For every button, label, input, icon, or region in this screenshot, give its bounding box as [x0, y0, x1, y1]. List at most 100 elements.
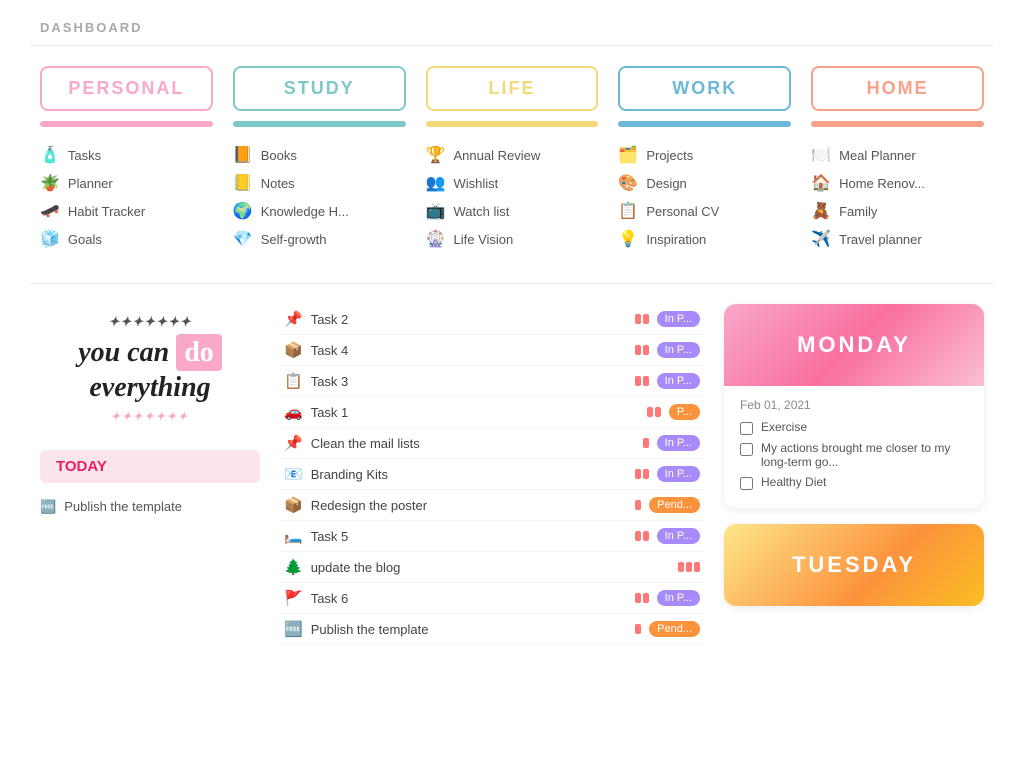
task-icon: 📌	[284, 310, 303, 328]
meal-planner-icon: 🍽️	[811, 145, 831, 165]
category-study: STUDY 📙Books 📒Notes 🌍Knowledge H... 💎Sel…	[233, 66, 406, 253]
table-row[interactable]: 🛏️ Task 5 In P...	[280, 521, 704, 552]
list-item[interactable]: 📒Notes	[233, 169, 406, 197]
list-item[interactable]: 🎨Design	[618, 169, 791, 197]
list-item[interactable]: 📺Watch list	[426, 197, 599, 225]
list-item[interactable]: 📙Books	[233, 141, 406, 169]
task-icon: 🚩	[284, 589, 303, 607]
category-bar-study	[233, 121, 406, 127]
table-row[interactable]: 📦 Redesign the poster Pend...	[280, 490, 704, 521]
monday-body: Feb 01, 2021 Exercise My actions brought…	[724, 386, 984, 508]
left-panel: ✦✦✦✦✦✦✦ you can do everything ✦✦✦✦✦✦✦ TO…	[40, 304, 260, 645]
list-item[interactable]: ✈️Travel planner	[811, 225, 984, 253]
category-label-personal[interactable]: PERSONAL	[40, 66, 213, 111]
motivation-text: ✦✦✦✦✦✦✦ you can do everything ✦✦✦✦✦✦✦	[50, 314, 250, 424]
table-row[interactable]: 🌲 update the blog	[280, 552, 704, 583]
task-name: Publish the template	[311, 622, 627, 637]
task-priority	[635, 469, 649, 479]
task-icon: 🛏️	[284, 527, 303, 545]
category-bar-life	[426, 121, 599, 127]
motivation-box: ✦✦✦✦✦✦✦ you can do everything ✦✦✦✦✦✦✦	[40, 304, 260, 434]
list-item[interactable]: 🪴Planner	[40, 169, 213, 197]
task-icon: 🚗	[284, 403, 303, 421]
category-label-home[interactable]: HOME	[811, 66, 984, 111]
list-item[interactable]: 🧊Goals	[40, 225, 213, 253]
today-label: TODAY	[40, 450, 260, 483]
list-item[interactable]: 🧸Family	[811, 197, 984, 225]
list-item[interactable]: 👥Wishlist	[426, 169, 599, 197]
monday-item-label-0: Exercise	[761, 420, 807, 434]
list-item[interactable]: 🌍Knowledge H...	[233, 197, 406, 225]
task-badge: Pend...	[649, 497, 700, 513]
list-item[interactable]: 🧴Tasks	[40, 141, 213, 169]
task-badge: In P...	[657, 342, 700, 358]
tuesday-card: TUESDAY	[724, 524, 984, 606]
table-row[interactable]: 📌 Clean the mail lists In P...	[280, 428, 704, 459]
task-priority	[635, 345, 649, 355]
task-icon: 🆓	[284, 620, 303, 638]
category-work: WORK 🗂️Projects 🎨Design 📋Personal CV 💡In…	[618, 66, 791, 253]
calendar-panel: MONDAY Feb 01, 2021 Exercise My actions …	[724, 304, 984, 645]
work-items: 🗂️Projects 🎨Design 📋Personal CV 💡Inspira…	[618, 141, 791, 253]
table-row[interactable]: 📋 Task 3 In P...	[280, 366, 704, 397]
category-bar-home	[811, 121, 984, 127]
inspiration-icon: 💡	[618, 229, 638, 249]
list-item[interactable]: 💡Inspiration	[618, 225, 791, 253]
bottom-section: ✦✦✦✦✦✦✦ you can do everything ✦✦✦✦✦✦✦ TO…	[0, 284, 1024, 665]
task-name: Task 6	[311, 591, 627, 606]
family-icon: 🧸	[811, 201, 831, 221]
monday-checkbox-0[interactable]	[740, 422, 753, 435]
task-priority	[635, 624, 641, 634]
list-item[interactable]: 🎡Life Vision	[426, 225, 599, 253]
monday-checkbox-2[interactable]	[740, 477, 753, 490]
notes-icon: 📒	[233, 173, 253, 193]
task-badge: In P...	[657, 373, 700, 389]
list-item[interactable]: 🏆Annual Review	[426, 141, 599, 169]
task-priority	[647, 407, 661, 417]
category-bar-personal	[40, 121, 213, 127]
task-icon: 📦	[284, 341, 303, 359]
task-priority	[635, 531, 649, 541]
knowledge-icon: 🌍	[233, 201, 253, 221]
table-row[interactable]: 📦 Task 4 In P...	[280, 335, 704, 366]
table-row[interactable]: 🚗 Task 1 P...	[280, 397, 704, 428]
list-item[interactable]: 🛹Habit Tracker	[40, 197, 213, 225]
dashboard-title: DASHBOARD	[0, 0, 1024, 45]
monday-checkbox-1[interactable]	[740, 443, 753, 456]
publish-template-icon: 🆓	[40, 499, 56, 515]
left-task-item[interactable]: 🆓 Publish the template	[40, 495, 260, 519]
task-badge: P...	[669, 404, 700, 420]
table-row[interactable]: 🚩 Task 6 In P...	[280, 583, 704, 614]
wishlist-icon: 👥	[426, 173, 446, 193]
monday-item-1[interactable]: My actions brought me closer to my long-…	[740, 441, 968, 469]
task-icon: 📌	[284, 434, 303, 452]
list-item[interactable]: 💎Self-growth	[233, 225, 406, 253]
task-icon: 📧	[284, 465, 303, 483]
personal-cv-icon: 📋	[618, 201, 638, 221]
monday-item-label-2: Healthy Diet	[761, 475, 826, 489]
habit-tracker-icon: 🛹	[40, 201, 60, 221]
travel-planner-icon: ✈️	[811, 229, 831, 249]
table-row[interactable]: 📧 Branding Kits In P...	[280, 459, 704, 490]
category-label-life[interactable]: LIFE	[426, 66, 599, 111]
task-list-panel: 📌 Task 2 In P... 📦 Task 4 In P... 📋 Task…	[280, 304, 704, 645]
list-item[interactable]: 📋Personal CV	[618, 197, 791, 225]
monday-item-2[interactable]: Healthy Diet	[740, 475, 968, 490]
study-items: 📙Books 📒Notes 🌍Knowledge H... 💎Self-grow…	[233, 141, 406, 253]
list-item[interactable]: 🍽️Meal Planner	[811, 141, 984, 169]
annual-review-icon: 🏆	[426, 145, 446, 165]
home-renov-icon: 🏠	[811, 173, 831, 193]
design-icon: 🎨	[618, 173, 638, 193]
monday-item-0[interactable]: Exercise	[740, 420, 968, 435]
category-home: HOME 🍽️Meal Planner 🏠Home Renov... 🧸Fami…	[811, 66, 984, 253]
list-item[interactable]: 🗂️Projects	[618, 141, 791, 169]
list-item[interactable]: 🏠Home Renov...	[811, 169, 984, 197]
table-row[interactable]: 🆓 Publish the template Pend...	[280, 614, 704, 645]
tuesday-header: TUESDAY	[724, 524, 984, 606]
task-badge: In P...	[657, 590, 700, 606]
planner-icon: 🪴	[40, 173, 60, 193]
table-row[interactable]: 📌 Task 2 In P...	[280, 304, 704, 335]
category-label-work[interactable]: WORK	[618, 66, 791, 111]
category-label-study[interactable]: STUDY	[233, 66, 406, 111]
task-name: Task 1	[311, 405, 639, 420]
